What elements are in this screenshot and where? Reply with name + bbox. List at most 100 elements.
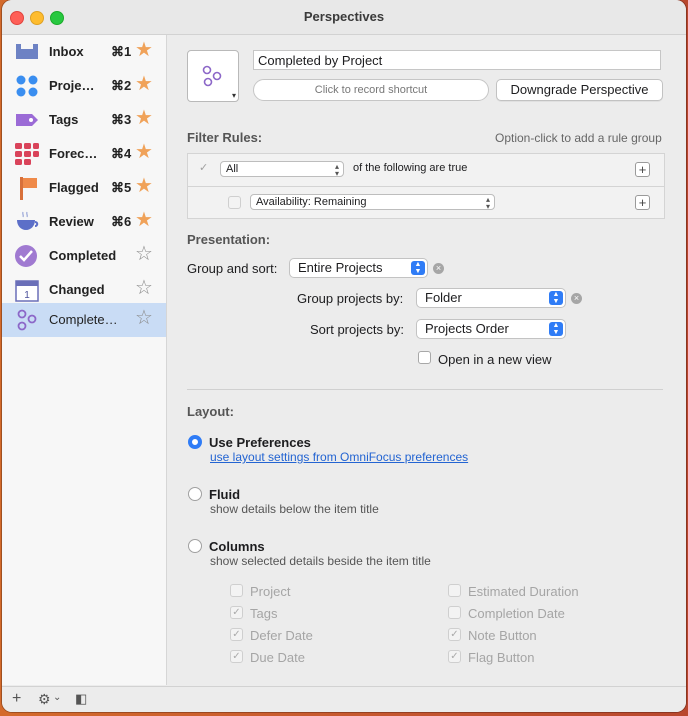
columns-description: show selected details beside the item ti… — [210, 554, 431, 568]
favorite-star-icon[interactable]: ★ — [135, 175, 153, 197]
presentation-heading: Presentation: — [187, 232, 271, 247]
rule-value: Availability: Remaining — [256, 196, 367, 208]
sidebar-item-inbox[interactable]: Inbox ⌘1 ★ — [2, 35, 166, 69]
gear-icon[interactable]: ⚙ — [38, 691, 51, 708]
match-type-value: All — [226, 163, 239, 175]
sidebar-toggle-icon[interactable]: ◧ — [75, 691, 87, 707]
due-date-column-label: Due Date — [250, 650, 305, 665]
chevron-down-icon: ⌄ — [53, 692, 62, 703]
filter-rules-hint: Option-click to add a rule group — [495, 131, 662, 145]
sort-projects-by-select[interactable]: Projects Order ▲ ▼ — [416, 319, 566, 339]
favorite-star-icon[interactable]: ★ — [135, 141, 153, 163]
sidebar-item-forecast[interactable]: Forec… ⌘4 ★ — [2, 137, 166, 171]
add-perspective-button[interactable]: + — [12, 690, 21, 708]
sidebar-item-changed[interactable]: 1 Changed ☆ — [2, 273, 166, 307]
shortcut-label: ⌘4 — [111, 146, 132, 161]
open-new-view-checkbox[interactable] — [418, 351, 431, 364]
favorite-star-icon[interactable]: ★ — [135, 209, 153, 231]
due-date-column-checkbox[interactable]: ✓ — [230, 650, 243, 663]
sidebar-item-projects[interactable]: Proje… ⌘2 ★ — [2, 69, 166, 103]
sidebar-item-label: Flagged — [49, 180, 99, 195]
rule-enabled-checkbox[interactable] — [228, 196, 241, 209]
downgrade-perspective-button[interactable]: Downgrade Perspective — [496, 79, 663, 101]
favorite-star-icon[interactable]: ☆ — [135, 307, 153, 329]
updown-arrows-icon: ▴ ▾ — [485, 195, 490, 211]
record-shortcut-field[interactable]: Click to record shortcut — [253, 79, 489, 101]
sidebar-item-label: Changed — [49, 282, 105, 297]
layout-heading: Layout: — [187, 404, 234, 419]
perspectives-window: Perspectives Inbox ⌘1 ★ Proje… ⌘2 ★ Tags… — [2, 0, 686, 712]
flag-button-column-checkbox[interactable]: ✓ — [448, 650, 461, 663]
project-column-label: Project — [250, 584, 291, 599]
completion-date-column-label: Completion Date — [468, 606, 565, 621]
clear-group-sort-button[interactable]: × — [433, 263, 444, 274]
match-suffix-label: of the following are true — [353, 162, 468, 174]
use-preferences-radio[interactable] — [188, 435, 202, 449]
sidebar-item-flagged[interactable]: Flagged ⌘5 ★ — [2, 171, 166, 205]
fluid-radio[interactable] — [188, 487, 202, 501]
add-subrule-button[interactable]: + — [635, 195, 650, 210]
filter-rules-heading: Filter Rules: — [187, 130, 263, 145]
flag-icon — [20, 177, 37, 200]
sidebar-item-completed[interactable]: Completed ☆ — [2, 239, 166, 273]
svg-text:1: 1 — [24, 290, 30, 301]
favorite-star-icon[interactable]: ☆ — [135, 277, 153, 299]
forecast-icon — [15, 143, 39, 165]
group-projects-by-label: Group projects by: — [297, 291, 404, 306]
shortcut-label: ⌘6 — [111, 214, 132, 229]
note-button-column-checkbox[interactable]: ✓ — [448, 628, 461, 641]
perspectives-sidebar: Inbox ⌘1 ★ Proje… ⌘2 ★ Tags ⌘3 ★ Forec… … — [2, 35, 167, 685]
perspective-editor: ▾ Completed by Project Click to record s… — [167, 35, 686, 685]
projects-icon — [16, 75, 38, 97]
add-rule-button[interactable]: + — [635, 162, 650, 177]
defer-date-column-checkbox[interactable]: ✓ — [230, 628, 243, 641]
rule-row: Availability: Remaining ▴ ▾ + — [188, 186, 664, 218]
favorite-star-icon[interactable]: ★ — [135, 39, 153, 61]
rule-row: ✓ All ▴ ▾ of the following are true + — [188, 154, 664, 185]
shortcut-label: ⌘2 — [111, 78, 132, 93]
favorite-star-icon[interactable]: ★ — [135, 73, 153, 95]
columns-label: Columns — [209, 539, 265, 554]
tags-icon — [16, 114, 38, 126]
group-projects-by-select[interactable]: Folder ▲ ▼ — [416, 288, 566, 308]
defer-date-column-label: Defer Date — [250, 628, 313, 643]
sidebar-item-tags[interactable]: Tags ⌘3 ★ — [2, 103, 166, 137]
sidebar-item-review[interactable]: Review ⌘6 ★ — [2, 205, 166, 239]
completion-date-column-checkbox[interactable] — [448, 606, 461, 619]
title-bar: Perspectives — [2, 0, 686, 35]
sidebar-item-label: Complete… — [49, 312, 118, 327]
completed-icon — [15, 245, 37, 267]
shortcut-label: ⌘1 — [111, 44, 132, 59]
sidebar-item-label: Review — [49, 214, 94, 229]
favorite-star-icon[interactable]: ★ — [135, 107, 153, 129]
bottom-toolbar: + ⚙ ⌄ ◧ — [2, 686, 686, 712]
sidebar-item-completed-by-project[interactable]: Complete… ☆ — [2, 303, 166, 337]
rule-popup[interactable]: Availability: Remaining ▴ ▾ — [250, 194, 495, 211]
perspective-icon-picker[interactable]: ▾ — [187, 50, 239, 102]
inbox-icon — [16, 44, 38, 59]
layout-preferences-link[interactable]: use layout settings from OmniFocus prefe… — [210, 450, 468, 464]
favorite-star-icon[interactable]: ☆ — [135, 243, 153, 265]
group-and-sort-select[interactable]: Entire Projects ▲ ▼ — [289, 258, 428, 278]
use-preferences-label: Use Preferences — [209, 435, 311, 450]
perspective-name-field[interactable]: Completed by Project — [253, 50, 661, 70]
shortcut-label: ⌘3 — [111, 112, 132, 127]
group-and-sort-label: Group and sort: — [187, 261, 278, 276]
estimated-duration-column-checkbox[interactable] — [448, 584, 461, 597]
group-and-sort-value: Entire Projects — [298, 260, 383, 275]
fluid-label: Fluid — [209, 487, 241, 502]
tags-column-checkbox[interactable]: ✓ — [230, 606, 243, 619]
tags-column-label: Tags — [250, 606, 278, 621]
sidebar-item-label: Tags — [49, 112, 79, 127]
updown-arrows-icon: ▲ ▼ — [549, 291, 563, 305]
updown-arrows-icon: ▲ ▼ — [549, 322, 563, 336]
sort-projects-by-value: Projects Order — [425, 321, 509, 336]
note-button-column-label: Note Button — [468, 628, 537, 643]
calendar-icon: 1 — [15, 280, 39, 302]
match-type-popup[interactable]: All ▴ ▾ — [220, 161, 344, 178]
group-projects-by-value: Folder — [425, 290, 462, 305]
columns-radio[interactable] — [188, 539, 202, 553]
fluid-description: show details below the item title — [210, 502, 379, 516]
project-column-checkbox[interactable] — [230, 584, 243, 597]
clear-group-by-button[interactable]: × — [571, 293, 582, 304]
